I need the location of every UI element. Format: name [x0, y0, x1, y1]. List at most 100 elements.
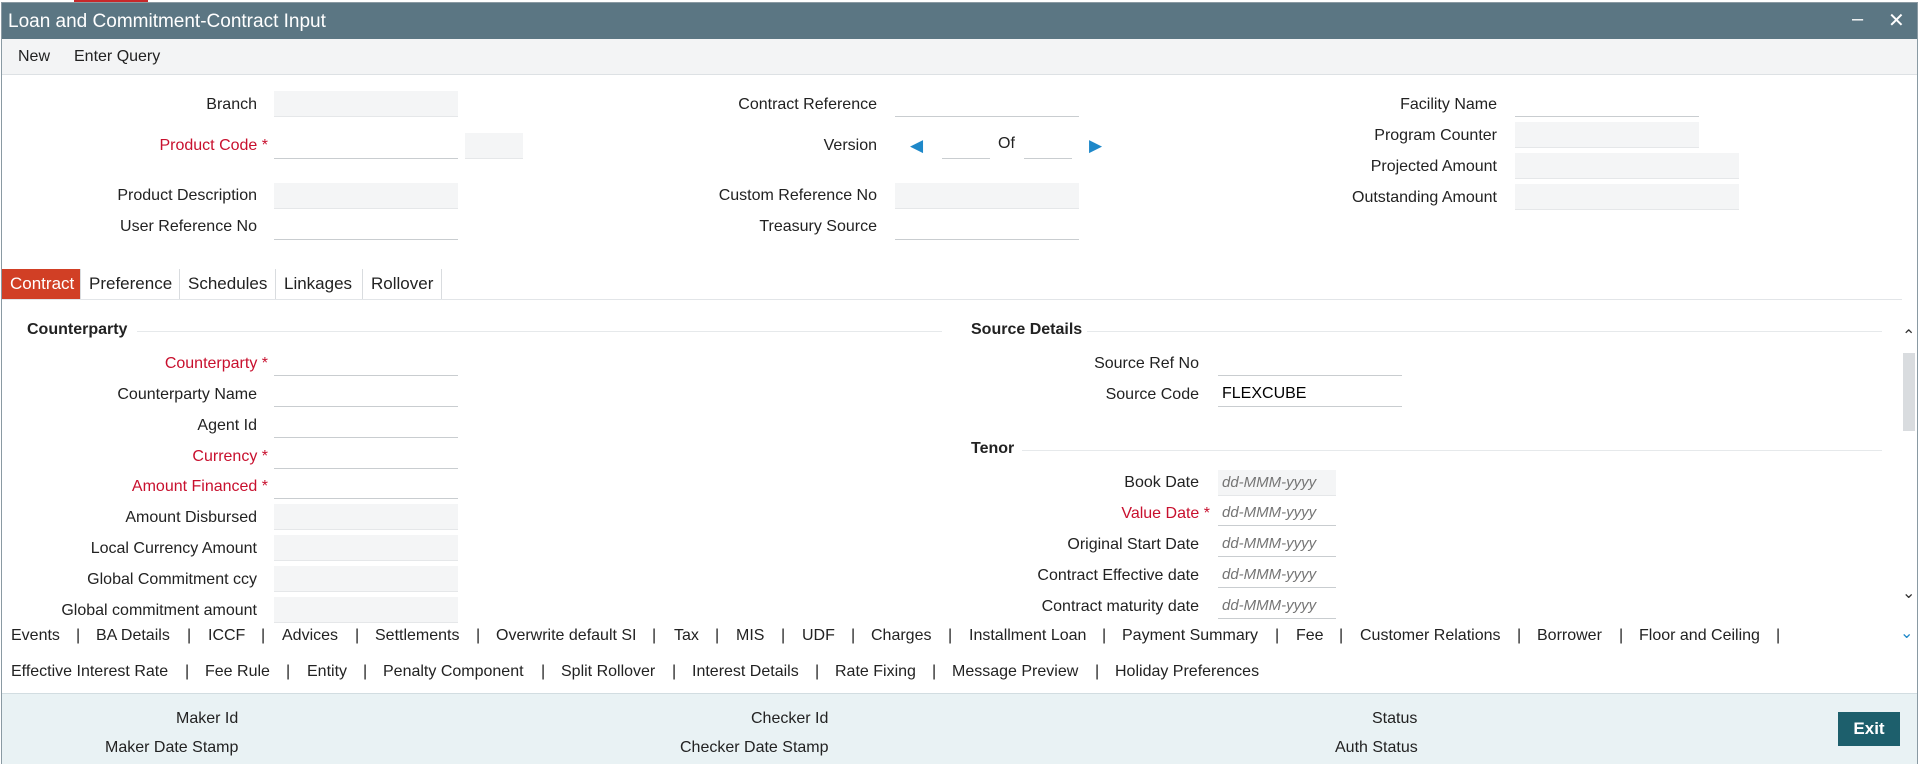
- link-interest-details[interactable]: Interest Details: [692, 663, 799, 681]
- prev-arrow-icon[interactable]: ◀: [910, 136, 923, 156]
- source-section-line: [1087, 331, 1882, 332]
- version-field[interactable]: [942, 133, 990, 159]
- global-commitment-ccy-label: Global Commitment ccy: [87, 571, 257, 588]
- minimize-icon[interactable]: –: [1852, 8, 1863, 31]
- tab-rollover[interactable]: Rollover: [363, 269, 442, 299]
- contract-maturity-date-label: Contract maturity date: [1041, 598, 1199, 615]
- link-separator: |: [1517, 627, 1522, 644]
- link-iccf[interactable]: ICCF: [208, 627, 245, 645]
- link-customer-relations[interactable]: Customer Relations: [1360, 627, 1501, 645]
- branch-field[interactable]: [274, 91, 458, 117]
- link-separator: |: [1275, 627, 1280, 644]
- product-code-field[interactable]: [274, 133, 458, 159]
- link-holiday-preferences[interactable]: Holiday Preferences: [1115, 663, 1259, 681]
- tab-schedules[interactable]: Schedules: [180, 269, 276, 299]
- value-date-field[interactable]: [1218, 500, 1336, 526]
- counterparty-name-label: Counterparty Name: [117, 386, 257, 403]
- tab-preference[interactable]: Preference: [81, 269, 180, 299]
- counterparty-field[interactable]: [274, 350, 458, 376]
- link-charges[interactable]: Charges: [871, 627, 931, 645]
- link-separator: |: [355, 627, 360, 644]
- projected-amount-label: Projected Amount: [1370, 158, 1497, 175]
- close-icon[interactable]: ✕: [1888, 8, 1905, 33]
- next-arrow-icon[interactable]: ▶: [1089, 136, 1102, 156]
- scroll-up-icon[interactable]: ⌃: [1902, 326, 1915, 346]
- treasury-source-field[interactable]: [895, 214, 1079, 240]
- version-label: Version: [823, 137, 877, 154]
- toolbar: New Enter Query: [2, 39, 1917, 75]
- product-code-label: Product Code: [159, 137, 268, 155]
- link-fee[interactable]: Fee: [1296, 627, 1324, 645]
- link-separator: |: [541, 663, 546, 680]
- link-separator: |: [851, 627, 856, 644]
- link-tax[interactable]: Tax: [674, 627, 699, 645]
- tab-contract[interactable]: Contract: [2, 269, 81, 299]
- facility-name-field[interactable]: [1515, 91, 1699, 117]
- link-ba-details[interactable]: BA Details: [96, 627, 170, 645]
- scroll-thumb[interactable]: [1903, 353, 1915, 431]
- link-separator: |: [652, 627, 657, 644]
- link-separator: |: [932, 663, 937, 680]
- agent-id-label: Agent Id: [197, 417, 257, 434]
- audit-footer: Maker Id Maker Date Stamp Checker Id Che…: [2, 693, 1917, 764]
- currency-field[interactable]: [274, 443, 458, 469]
- counterparty-name-field[interactable]: [274, 381, 458, 407]
- user-reference-no-field[interactable]: [274, 214, 458, 240]
- link-split-rollover[interactable]: Split Rollover: [561, 663, 655, 681]
- contract-maturity-date-field[interactable]: [1218, 593, 1336, 619]
- source-ref-no-field[interactable]: [1218, 350, 1402, 376]
- user-reference-no-label: User Reference No: [120, 218, 257, 235]
- tenor-section-title: Tenor: [971, 440, 1015, 457]
- link-separator: |: [1776, 627, 1781, 644]
- link-separator: |: [185, 663, 190, 680]
- link-rate-fixing[interactable]: Rate Fixing: [835, 663, 916, 681]
- product-description-field: [274, 183, 458, 209]
- global-commitment-amount-field: [274, 597, 458, 623]
- link-overwrite-default-si[interactable]: Overwrite default SI: [496, 627, 637, 645]
- link-separator: |: [286, 663, 291, 680]
- link-separator: |: [476, 627, 481, 644]
- expand-links-icon[interactable]: ⌄: [1900, 623, 1913, 643]
- amount-financed-field[interactable]: [274, 473, 458, 499]
- global-commitment-amount-label: Global commitment amount: [61, 602, 257, 619]
- link-effective-interest-rate[interactable]: Effective Interest Rate: [11, 663, 168, 681]
- program-counter-field: [1515, 122, 1699, 148]
- link-payment-summary[interactable]: Payment Summary: [1122, 627, 1258, 645]
- link-separator: |: [781, 627, 786, 644]
- contract-reference-field[interactable]: [895, 91, 1079, 117]
- link-message-preview[interactable]: Message Preview: [952, 663, 1078, 681]
- link-settlements[interactable]: Settlements: [375, 627, 459, 645]
- enter-query-button[interactable]: Enter Query: [74, 48, 160, 66]
- link-separator: |: [261, 627, 266, 644]
- link-entity[interactable]: Entity: [307, 663, 347, 681]
- outstanding-amount-label: Outstanding Amount: [1352, 189, 1497, 206]
- link-penalty-component[interactable]: Penalty Component: [383, 663, 524, 681]
- maker-date-stamp-label: Maker Date Stamp: [105, 739, 239, 756]
- content-scrollbar[interactable]: ⌃ ⌄: [1900, 308, 1918, 608]
- currency-label: Currency: [192, 448, 268, 466]
- exit-button[interactable]: Exit: [1838, 712, 1900, 746]
- link-advices[interactable]: Advices: [282, 627, 338, 645]
- scroll-down-icon[interactable]: ⌄: [1902, 583, 1915, 603]
- link-mis[interactable]: MIS: [736, 627, 764, 645]
- original-start-date-field[interactable]: [1218, 531, 1336, 557]
- source-ref-no-label: Source Ref No: [1094, 355, 1199, 372]
- link-events[interactable]: Events: [11, 627, 60, 645]
- book-date-field: [1218, 470, 1336, 496]
- link-borrower[interactable]: Borrower: [1537, 627, 1602, 645]
- link-installment-loan[interactable]: Installment Loan: [969, 627, 1086, 645]
- tab-linkages[interactable]: Linkages: [276, 269, 363, 299]
- link-separator: |: [76, 627, 81, 644]
- treasury-source-label: Treasury Source: [759, 218, 877, 235]
- link-floor-and-ceiling[interactable]: Floor and Ceiling: [1639, 627, 1760, 645]
- local-currency-amount-field: [274, 535, 458, 561]
- agent-id-field[interactable]: [274, 412, 458, 438]
- link-separator: |: [187, 627, 192, 644]
- contract-effective-date-field[interactable]: [1218, 562, 1336, 588]
- facility-name-label: Facility Name: [1400, 96, 1497, 113]
- product-description-label: Product Description: [117, 187, 257, 204]
- new-button[interactable]: New: [18, 48, 50, 66]
- link-udf[interactable]: UDF: [802, 627, 835, 645]
- link-fee-rule[interactable]: Fee Rule: [205, 663, 270, 681]
- source-code-field[interactable]: [1218, 381, 1402, 407]
